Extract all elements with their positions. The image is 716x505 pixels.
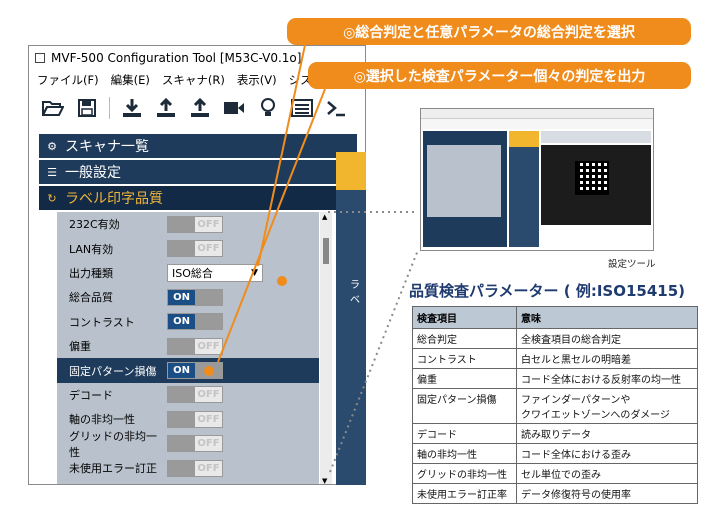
table-cell: 白セルと黒セルの明暗差: [516, 348, 698, 369]
table-cell: セル単位での歪み: [516, 463, 698, 484]
table-row: デコード 読み取りデータ: [412, 423, 698, 444]
thumb-image-area: [541, 145, 651, 225]
table-header-row: 検査項目 意味: [412, 306, 698, 329]
table-row: グリッドの非均一性 セル単位での歪み: [412, 463, 698, 484]
table-row: 軸の非均一性 コード全体における歪み: [412, 443, 698, 464]
callout-individual-output: ◎選択した検査パラメーター個々の判定を出力: [308, 62, 691, 89]
table-cell: ファインダーパターンや クワイエットゾーンへのダメージ: [516, 388, 698, 424]
table-row: 総合判定 全検査項目の総合判定: [412, 328, 698, 349]
quality-parameter-table: 検査項目 意味 総合判定 全検査項目の総合判定 コントラスト 白セルと黒セルの明暗差…: [412, 306, 698, 504]
callout-overall-judgment: ◎総合判定と任意パラメータの総合判定を選択: [287, 18, 691, 45]
thumb-titlebar: [421, 109, 653, 119]
table-cell: 固定パターン損傷: [412, 388, 517, 424]
thumb-left-panel: [423, 131, 507, 247]
tool-thumbnail: [420, 108, 654, 251]
table-cell: 全検査項目の総合判定: [516, 328, 698, 349]
table-cell: コントラスト: [412, 348, 517, 369]
thumbnail-pointer-bottom: [329, 249, 419, 473]
thumb-tabs: [541, 131, 651, 143]
table-row: 固定パターン損傷 ファインダーパターンや クワイエットゾーンへのダメージ: [412, 388, 698, 424]
table-cell: 軸の非均一性: [412, 443, 517, 464]
table-cell: 読み取りデータ: [516, 423, 698, 444]
table-cell: デコード: [412, 423, 517, 444]
table-row: 偏重 コード全体における反射率の均一性: [412, 368, 698, 389]
table-cell: データ修復符号の使用率: [516, 483, 698, 504]
qr-code-icon: [575, 161, 609, 195]
table-row: 未使用エラー訂正率 データ修復符号の使用率: [412, 483, 698, 504]
column-header: 検査項目: [412, 306, 517, 329]
thumb-mid-panel: [509, 131, 539, 247]
column-header: 意味: [516, 306, 698, 329]
table-cell: グリッドの非均一性: [412, 463, 517, 484]
thumbnail-caption: 設定ツール: [608, 259, 656, 270]
table-cell: 偏重: [412, 368, 517, 389]
table-cell: 未使用エラー訂正率: [412, 483, 517, 504]
callout2-line: [217, 88, 326, 363]
table-cell: コード全体における反射率の均一性: [516, 368, 698, 389]
thumb-toolbar: [421, 119, 653, 129]
table-title: 品質検査パラメーター ( 例:ISO15415): [409, 282, 686, 300]
table-cell: コード全体における歪み: [516, 443, 698, 464]
table-cell: 総合判定: [412, 328, 517, 349]
table-row: コントラスト 白セルと黒セルの明暗差: [412, 348, 698, 369]
